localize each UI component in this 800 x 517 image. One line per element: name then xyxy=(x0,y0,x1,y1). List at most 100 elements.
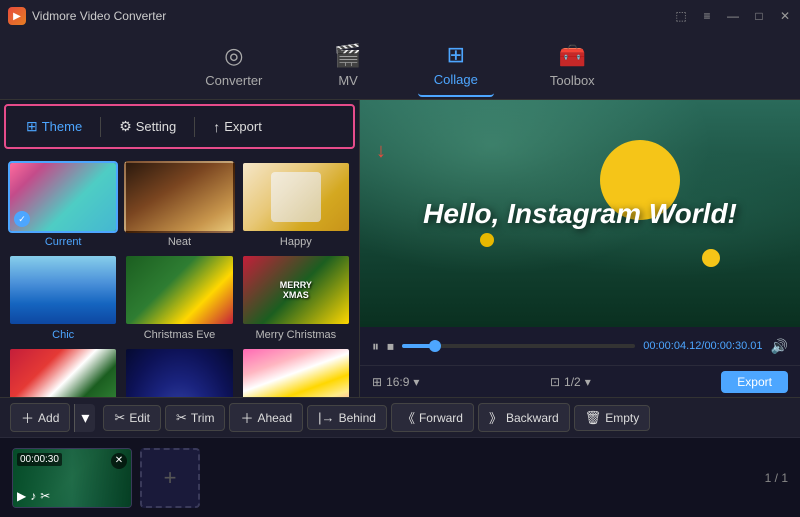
theme-christmas-eve-label: Christmas Eve xyxy=(144,329,216,341)
theme-happy-label: Happy xyxy=(280,236,312,248)
theme-chic-label: Chic xyxy=(52,329,74,341)
theme-grid-icon: ⊞ xyxy=(26,118,38,135)
backward-button[interactable]: 》 Backward xyxy=(478,403,570,432)
pause-button[interactable]: ⏸ xyxy=(372,338,379,355)
theme-thumb-current: ✓ xyxy=(8,161,118,233)
theme-thumb-happy xyxy=(241,161,351,233)
collage-icon: ⊞ xyxy=(447,42,465,68)
timeline-media-icons: ▶ ♪ ✂ xyxy=(17,489,50,503)
edit-scissors-icon: ✂ xyxy=(114,410,125,426)
theme-label: Theme xyxy=(42,119,82,134)
volume-button[interactable]: 🔊 xyxy=(771,338,788,355)
time-display: 00:00:04.12/00:00:30.01 xyxy=(643,340,762,352)
export-panel-button[interactable]: ↑ Export xyxy=(203,115,272,139)
edit-button[interactable]: ✂ Edit xyxy=(103,405,161,431)
forward-button[interactable]: 《 Forward xyxy=(391,403,474,432)
toolbox-icon: 🧰 xyxy=(559,43,586,69)
empty-button[interactable]: 🗑 Empty xyxy=(574,405,651,431)
bottom-toolbar: ＋ Add ▾ ✂ Edit ✂ Trim ＋ Ahead |→ Behind … xyxy=(0,397,800,437)
theme-item-current[interactable]: ✓ Current xyxy=(8,161,118,248)
title-bar-controls: ⬚ ≡ — □ ✕ xyxy=(674,9,792,23)
timeline-item[interactable]: 00:00:30 ▶ ♪ ✂ ✕ xyxy=(12,448,132,508)
theme-thumb-neat xyxy=(124,161,234,233)
nav-tabs: ◎ Converter 🎬 MV ⊞ Collage 🧰 Toolbox xyxy=(0,32,800,100)
add-dropdown-icon[interactable]: ▾ xyxy=(74,404,95,432)
tab-toolbox[interactable]: 🧰 Toolbox xyxy=(534,35,611,96)
quality-selector[interactable]: ⊡ 1/2 ▾ xyxy=(550,375,591,389)
trim-icon: ✂ xyxy=(176,410,187,426)
theme-thumb-chic xyxy=(8,254,118,326)
ratio-icon: ⊞ xyxy=(372,375,382,389)
timeline-add-icon: + xyxy=(164,465,177,491)
setting-button[interactable]: ⚙ Setting xyxy=(109,114,186,139)
minimize-button[interactable]: — xyxy=(726,9,740,23)
behind-button[interactable]: |→ Behind xyxy=(307,405,387,430)
add-label: Add xyxy=(38,411,59,425)
maximize-button[interactable]: □ xyxy=(752,9,766,23)
selected-check-icon: ✓ xyxy=(14,211,30,227)
behind-label: Behind xyxy=(339,411,376,425)
export-button[interactable]: Export xyxy=(721,371,788,393)
theme-thumb-christmas-eve xyxy=(124,254,234,326)
yellow-circle-tiny xyxy=(480,233,494,247)
stop-button[interactable]: ⏹ xyxy=(387,338,394,355)
app-icon: ▶ xyxy=(8,7,26,25)
theme-item-santa-claus[interactable]: Santa Claus xyxy=(8,347,118,397)
chat-icon-btn[interactable]: ⬚ xyxy=(674,9,688,23)
behind-icon: |→ xyxy=(318,410,334,425)
progress-handle xyxy=(429,340,441,352)
export-arrow-icon: ↑ xyxy=(213,119,220,135)
setting-gear-icon: ⚙ xyxy=(119,118,132,135)
timeline: 00:00:30 ▶ ♪ ✂ ✕ + 1 / 1 xyxy=(0,437,800,517)
theme-thumb-merry-christmas: MERRYXMAS xyxy=(241,254,351,326)
theme-item-neat[interactable]: Neat xyxy=(124,161,234,248)
ahead-label: Ahead xyxy=(257,411,292,425)
quality-dropdown-icon: ▾ xyxy=(585,375,591,389)
theme-item-merry-christmas[interactable]: MERRYXMAS Merry Christmas xyxy=(241,254,351,341)
ratio-selector[interactable]: ⊞ 16:9 ▾ xyxy=(372,375,419,389)
trim-label: Trim xyxy=(191,411,215,425)
themes-grid: ✓ Current Neat Happy xyxy=(0,153,359,397)
tab-collage-label: Collage xyxy=(434,72,478,87)
preview-area: Hello, Instagram World! xyxy=(360,100,800,327)
theme-item-chic[interactable]: Chic xyxy=(8,254,118,341)
progress-bar[interactable] xyxy=(402,344,635,348)
theme-item-stripes-waves[interactable]: Stripes & Waves xyxy=(241,347,351,397)
theme-merry-christmas-label: Merry Christmas xyxy=(255,329,336,341)
theme-button[interactable]: ⊞ Theme xyxy=(16,114,92,139)
edit-label: Edit xyxy=(129,411,150,425)
empty-trash-icon: 🗑 xyxy=(585,410,602,426)
forward-label: Forward xyxy=(419,411,463,425)
ahead-button[interactable]: ＋ Ahead xyxy=(229,403,303,432)
tab-collage[interactable]: ⊞ Collage xyxy=(418,34,494,97)
theme-item-christmas-eve[interactable]: Christmas Eve xyxy=(124,254,234,341)
ratio-value: 16:9 xyxy=(386,375,409,389)
tab-converter-label: Converter xyxy=(205,73,262,88)
theme-item-happy[interactable]: Happy xyxy=(241,161,351,248)
player-controls: ⏸ ⏹ 00:00:04.12/00:00:30.01 🔊 xyxy=(360,327,800,365)
title-bar: ▶ Vidmore Video Converter ⬚ ≡ — □ ✕ xyxy=(0,0,800,32)
tab-converter[interactable]: ◎ Converter xyxy=(189,35,278,96)
add-button[interactable]: ＋ Add xyxy=(10,403,70,432)
theme-thumb-stripes-waves xyxy=(241,347,351,397)
preview-text: Hello, Instagram World! xyxy=(423,198,737,230)
converter-icon: ◎ xyxy=(224,43,243,69)
trim-button[interactable]: ✂ Trim xyxy=(165,405,225,431)
timeline-close-button[interactable]: ✕ xyxy=(111,453,127,469)
main-content: ⊞ Theme ⚙ Setting ↑ Export ✓ Curr xyxy=(0,100,800,397)
right-panel: Hello, Instagram World! ⏸ ⏹ 00:00:04.12/… xyxy=(360,100,800,397)
title-bar-left: ▶ Vidmore Video Converter xyxy=(8,7,166,25)
quality-icon: ⊡ xyxy=(550,375,560,389)
theme-item-snowy-night[interactable]: Snowy Night xyxy=(124,347,234,397)
backward-label: Backward xyxy=(506,411,559,425)
tab-mv[interactable]: 🎬 MV xyxy=(318,35,377,96)
tab-toolbox-label: Toolbox xyxy=(550,73,595,88)
page-counter: 1 / 1 xyxy=(765,471,788,485)
timeline-add-button[interactable]: + xyxy=(140,448,200,508)
menu-icon-btn[interactable]: ≡ xyxy=(700,9,714,23)
export-panel-label: Export xyxy=(224,119,262,134)
add-plus-icon: ＋ xyxy=(21,408,34,427)
close-button[interactable]: ✕ xyxy=(778,9,792,23)
panel-toolbar: ⊞ Theme ⚙ Setting ↑ Export xyxy=(4,104,355,149)
panel-divider2 xyxy=(194,117,195,137)
